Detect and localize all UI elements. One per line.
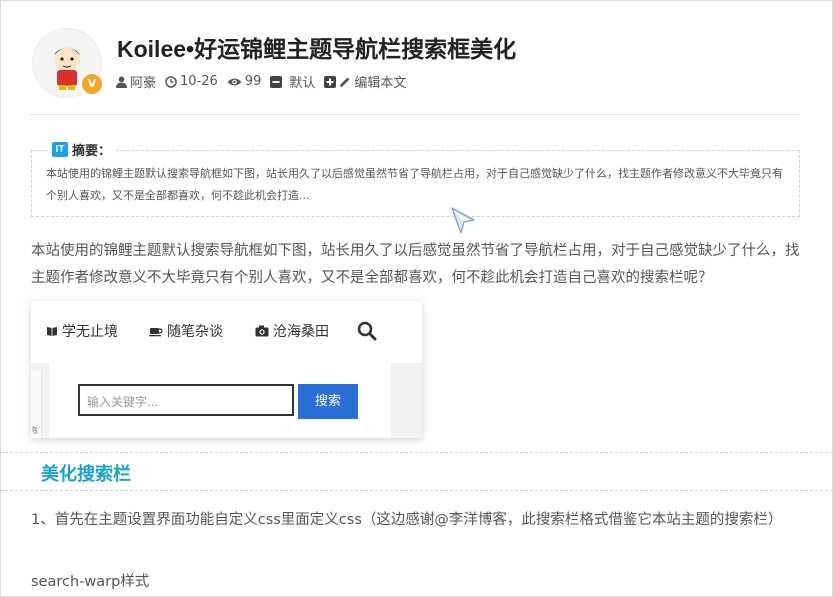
post-date: 10-26 — [180, 74, 218, 89]
eye-icon — [227, 78, 242, 85]
screenshot-search-input[interactable]: 输入关键字... — [78, 384, 294, 416]
nav-item-study[interactable]: 学无止境 — [46, 321, 118, 341]
screenshot-search-button[interactable]: 搜索 — [298, 384, 358, 419]
plus-square-icon — [324, 75, 337, 88]
camera-icon — [255, 325, 269, 337]
summary-label: 摘要： — [72, 144, 112, 159]
verified-badge: V — [80, 72, 104, 96]
meta-date: 10-26 — [165, 74, 218, 89]
meta-edit[interactable]: 编辑本文 — [324, 72, 406, 91]
nav-item-notes[interactable]: 随笔杂谈 — [149, 321, 223, 341]
header-divider — [30, 114, 800, 115]
search-icon[interactable] — [357, 321, 377, 341]
summary-text: 本站使用的锦鲤主题默认搜索导航框如下图，站长用久了以后感觉虽然节省了导航栏占用，… — [46, 167, 783, 202]
it-badge-icon: IT — [52, 142, 68, 157]
intro-paragraph: 本站使用的锦鲤主题默认搜索导航框如下图，站长用久了以后感觉虽然节省了导航栏占用，… — [31, 243, 800, 286]
step-paragraph: 1、首先在主题设置界面功能自定义css里面定义css（这边感谢@李洋博客，此搜索… — [31, 512, 783, 528]
pencil-icon — [340, 77, 350, 87]
nav-label: 随笔杂谈 — [167, 324, 223, 340]
meta-views: 99 — [227, 74, 262, 89]
edit-link: 编辑本文 — [354, 76, 407, 91]
screenshot-navbar: 学无止境 随笔杂谈 沧海桑田 — [31, 301, 422, 364]
meta-category[interactable]: 默认 — [270, 72, 315, 91]
embedded-screenshot: 学无止境 随笔杂谈 沧海桑田 ɮ 输入关键字... 搜索 — [31, 301, 422, 438]
section-heading: 美化搜索栏 — [41, 464, 131, 485]
nav-item-life[interactable]: 沧海桑田 — [255, 321, 329, 341]
mouse-cursor-icon — [451, 207, 475, 234]
code-label: search-warp样式 — [31, 574, 150, 590]
meta-author[interactable]: 阿豪 — [116, 72, 156, 91]
user-icon — [116, 76, 127, 88]
section-divider-top — [0, 452, 833, 453]
clock-icon — [165, 75, 177, 88]
summary-heading: IT 摘要： — [48, 140, 116, 159]
minus-square-icon — [270, 75, 283, 88]
author-name: 阿豪 — [130, 76, 157, 91]
book-icon — [47, 327, 57, 336]
coffee-icon — [149, 328, 163, 337]
screenshot-fragment-text: ɮ — [32, 425, 38, 434]
nav-label: 沧海桑田 — [273, 324, 329, 340]
post-title: Koilee•好运锦鲤主题导航栏搜索框美化 — [117, 36, 517, 62]
section-divider-bottom — [0, 490, 833, 491]
post-meta: 阿豪 10-26 99 默认 编辑本文 — [116, 72, 415, 91]
view-count: 99 — [244, 74, 262, 89]
nav-label: 学无止境 — [62, 324, 118, 340]
category-label: 默认 — [289, 76, 316, 91]
